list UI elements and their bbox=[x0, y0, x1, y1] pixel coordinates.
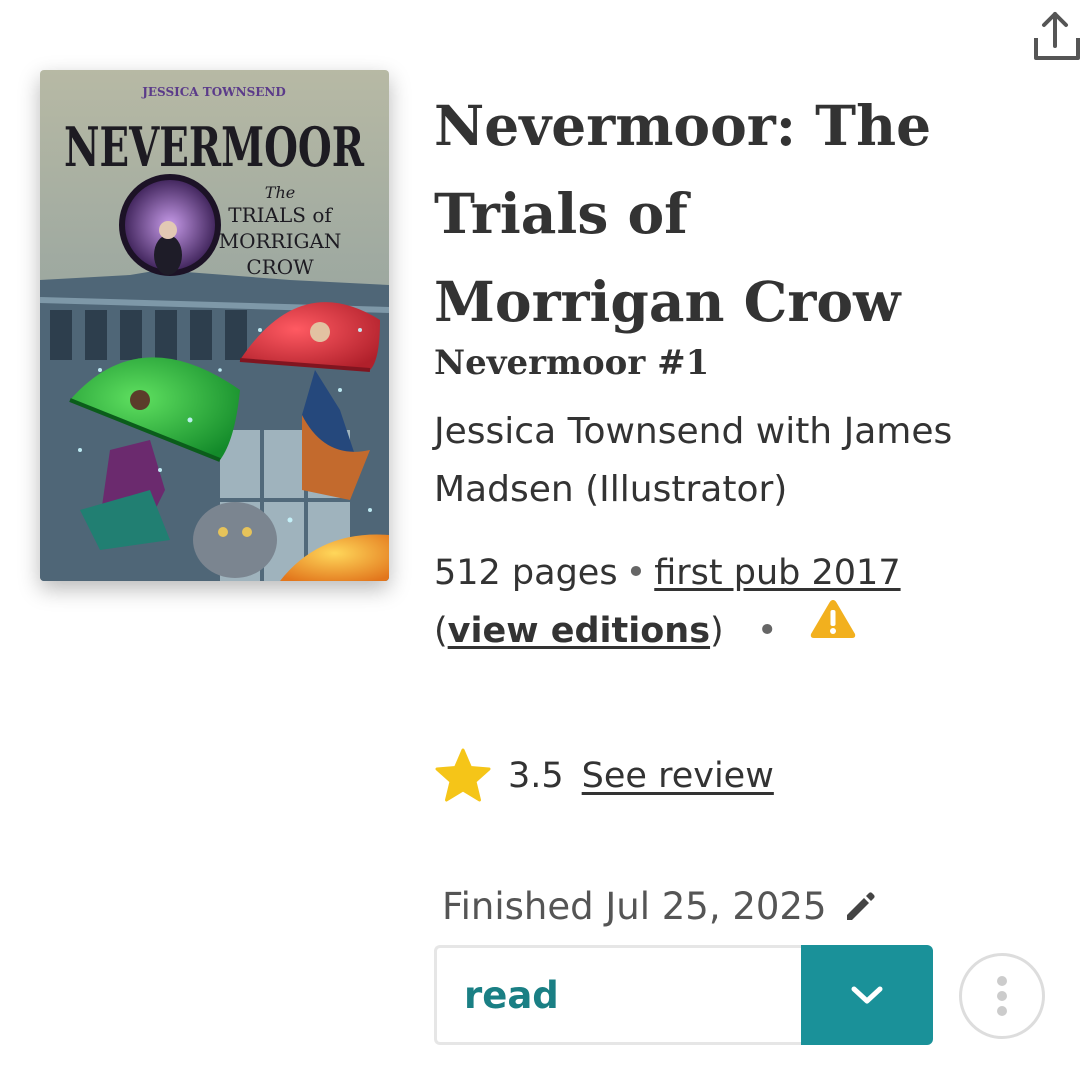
paren-close: ) bbox=[710, 611, 724, 651]
series-link[interactable]: Nevermoor #1 bbox=[434, 342, 994, 384]
share-icon bbox=[1034, 12, 1080, 60]
page-count: 512 pages bbox=[434, 553, 618, 593]
book-cover-art: JESSICA TOWNSEND NEVERMOOR The TRIALS of… bbox=[40, 70, 389, 581]
shelf-status-value[interactable]: read bbox=[434, 945, 801, 1045]
cover-subtitle-the: The bbox=[265, 183, 295, 202]
more-vertical-icon bbox=[997, 976, 1007, 1016]
separator-dot: • bbox=[756, 611, 778, 651]
book-cover[interactable]: JESSICA TOWNSEND NEVERMOOR The TRIALS of… bbox=[40, 70, 389, 581]
contributors: Jessica Townsend with James Madsen (Illu… bbox=[434, 411, 953, 510]
book-meta: 512 pages • first pub 2017 (view editions)… bbox=[434, 544, 994, 660]
rating-value: 3.5 bbox=[508, 756, 564, 796]
rating-row: 3.5 See review bbox=[434, 746, 774, 806]
cover-title: NEVERMOOR bbox=[64, 115, 365, 179]
view-editions-link[interactable]: view editions bbox=[448, 611, 710, 651]
star-icon bbox=[435, 748, 491, 802]
cover-subtitle-line3: CROW bbox=[246, 255, 314, 279]
finished-label: Finished Jul 25, 2025 bbox=[442, 884, 827, 928]
book-detail-page: JESSICA TOWNSEND NEVERMOOR The TRIALS of… bbox=[0, 0, 1080, 1080]
book-info: Nevermoor: The Trials of Morrigan Crow N… bbox=[434, 82, 994, 660]
paren-open: ( bbox=[434, 611, 448, 651]
cover-subtitle-line1: TRIALS of bbox=[228, 203, 333, 227]
first-pub-link[interactable]: first pub 2017 bbox=[654, 553, 900, 593]
cover-subtitle-line2: MORRIGAN bbox=[219, 229, 342, 253]
warning-icon bbox=[810, 600, 855, 638]
pencil-icon[interactable] bbox=[843, 889, 877, 923]
shelf-status-toggle[interactable] bbox=[801, 945, 933, 1045]
chevron-down-icon bbox=[851, 986, 883, 1004]
more-options-button[interactable] bbox=[959, 953, 1045, 1039]
see-review-link[interactable]: See review bbox=[582, 756, 774, 796]
share-button[interactable] bbox=[1030, 8, 1080, 62]
warning-button[interactable] bbox=[809, 598, 857, 658]
cover-author: JESSICA TOWNSEND bbox=[141, 85, 286, 99]
book-title: Nevermoor: The Trials of Morrigan Crow bbox=[434, 93, 932, 334]
shelf-status-dropdown[interactable]: read bbox=[434, 945, 933, 1045]
finished-date: Finished Jul 25, 2025 bbox=[442, 880, 877, 932]
separator-dot: • bbox=[625, 553, 647, 593]
